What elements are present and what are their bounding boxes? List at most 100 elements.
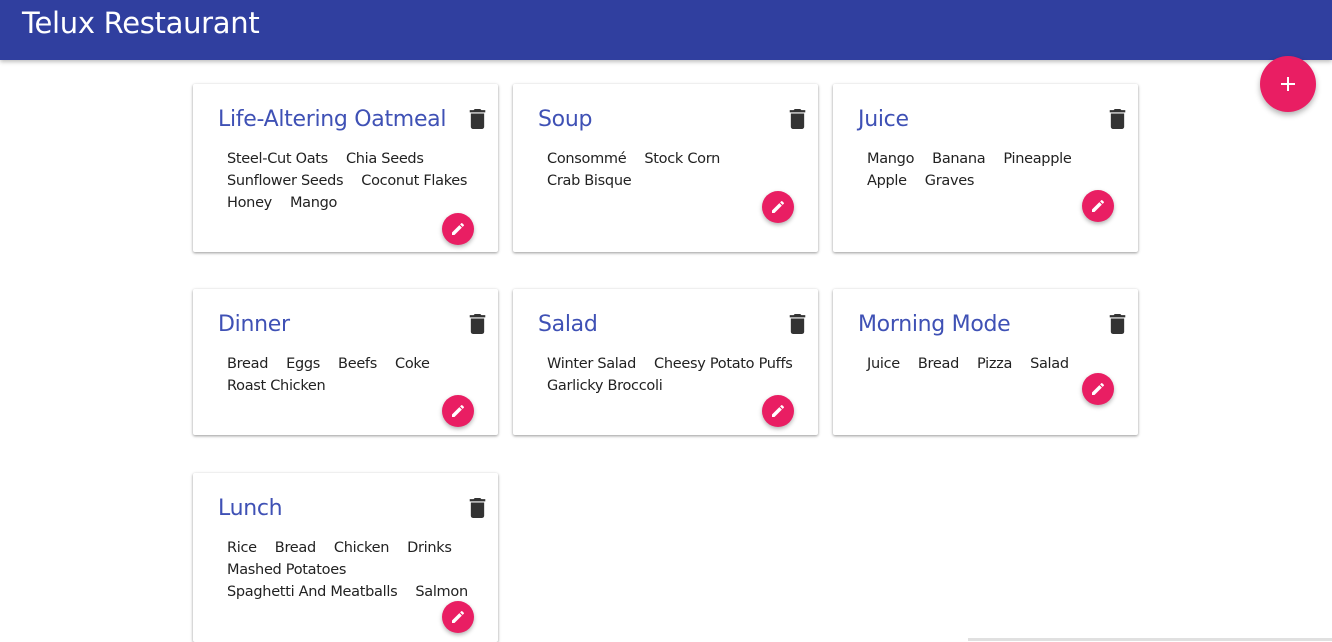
menu-item: Bread <box>917 356 959 372</box>
menu-card: Juice Mango Banana Pineapple Apple Graves <box>833 84 1138 252</box>
trash-icon <box>789 109 806 129</box>
plus-icon <box>1281 77 1295 91</box>
menu-item: Chicken <box>333 540 390 556</box>
delete-card-button[interactable] <box>789 314 806 334</box>
menu-item: Garlicky Broccoli <box>547 378 663 394</box>
items-line: Garlicky Broccoli <box>547 375 807 397</box>
menu-item: Juice <box>867 356 900 372</box>
menu-item: Pineapple <box>1003 151 1072 167</box>
items-line: Sunflower Seeds Coconut Flakes <box>227 170 487 192</box>
menu-item: Consommé <box>547 151 627 167</box>
trash-icon <box>1109 314 1126 334</box>
card-title: Salad <box>538 312 598 337</box>
items-line: Mango Banana Pineapple <box>867 148 1127 170</box>
app-title: Telux Restaurant <box>22 6 260 40</box>
menu-item: Eggs <box>286 356 321 372</box>
menu-item: Rice <box>227 540 257 556</box>
menu-item: Roast Chicken <box>227 378 326 394</box>
delete-card-button[interactable] <box>469 498 486 518</box>
edit-card-button[interactable] <box>442 601 474 633</box>
delete-card-button[interactable] <box>1109 109 1126 129</box>
trash-icon <box>789 314 806 334</box>
menu-card: Lunch Rice Bread Chicken Drinks Mashed Potato… <box>193 473 498 642</box>
items-line: Mashed Potatoes <box>227 559 487 581</box>
menu-item: Graves <box>924 173 975 189</box>
menu-item: Drinks <box>407 540 452 556</box>
pencil-icon <box>1092 382 1105 395</box>
card-items: Rice Bread Chicken Drinks Mashed Potatoes Spa… <box>227 537 487 603</box>
card-items: Bread Eggs Beefs Coke Roast Chicken <box>227 353 487 397</box>
menu-item: Mango <box>289 195 338 211</box>
menu-item: Pizza <box>977 356 1013 372</box>
menu-item: Salmon <box>415 584 468 600</box>
card-title: Lunch <box>218 496 283 521</box>
card-items: Mango Banana Pineapple Apple Graves <box>867 148 1127 192</box>
items-line: Crab Bisque <box>547 170 807 192</box>
menu-item: Mango <box>867 151 915 167</box>
items-line: Winter Salad Cheesy Potato Puffs <box>547 353 807 375</box>
menu-item: Bread <box>274 540 316 556</box>
trash-icon <box>469 314 486 334</box>
trash-icon <box>469 109 486 129</box>
divider <box>968 638 1332 641</box>
menu-item: Crab Bisque <box>547 173 632 189</box>
edit-card-button[interactable] <box>442 395 474 427</box>
menu-item: Cheesy Potato Puffs <box>654 356 793 372</box>
card-title: Soup <box>538 107 593 132</box>
menu-item: Steel-Cut Oats <box>227 151 328 167</box>
menu-item: Stock Corn <box>644 151 721 167</box>
card-items: Juice Bread Pizza Salad <box>867 353 1127 375</box>
delete-card-button[interactable] <box>1109 314 1126 334</box>
items-line: Juice Bread Pizza Salad <box>867 353 1127 375</box>
menu-item: Beefs <box>338 356 377 372</box>
delete-card-button[interactable] <box>789 109 806 129</box>
items-line: Honey Mango <box>227 192 487 214</box>
menu-item: Coconut Flakes <box>361 173 468 189</box>
edit-card-button[interactable] <box>762 191 794 223</box>
delete-card-button[interactable] <box>469 314 486 334</box>
menu-item: Coke <box>395 356 430 372</box>
pencil-icon <box>452 404 465 417</box>
pencil-icon <box>452 610 465 623</box>
menu-item: Winter Salad <box>547 356 637 372</box>
edit-card-button[interactable] <box>442 213 474 245</box>
items-line: Bread Eggs Beefs Coke <box>227 353 487 375</box>
menu-card: Salad Winter Salad Cheesy Potato Puffs Garl… <box>513 289 818 435</box>
pencil-icon <box>452 222 465 235</box>
menu-card: Dinner Bread Eggs Beefs Coke Roast Chicken <box>193 289 498 435</box>
edit-card-button[interactable] <box>1082 373 1114 405</box>
items-line: Rice Bread Chicken Drinks <box>227 537 487 559</box>
edit-card-button[interactable] <box>1082 190 1114 222</box>
menu-card: Morning Mode Juice Bread Pizza Salad <box>833 289 1138 435</box>
items-line: Consommé Stock Corn <box>547 148 807 170</box>
edit-card-button[interactable] <box>762 395 794 427</box>
card-items: Steel-Cut Oats Chia Seeds Sunflower Seeds C… <box>227 148 487 214</box>
app-bar: Telux Restaurant <box>0 0 1332 60</box>
trash-icon <box>469 498 486 518</box>
menu-item: Spaghetti And Meatballs <box>227 584 398 600</box>
delete-card-button[interactable] <box>469 109 486 129</box>
menu-item: Mashed Potatoes <box>227 562 347 578</box>
menu-item: Salad <box>1030 356 1069 372</box>
pencil-icon <box>772 200 785 213</box>
card-title: Morning Mode <box>858 312 1011 337</box>
items-line: Roast Chicken <box>227 375 487 397</box>
menu-item: Apple <box>867 173 907 189</box>
items-line: Apple Graves <box>867 170 1127 192</box>
menu-item: Sunflower Seeds <box>227 173 344 189</box>
pencil-icon <box>772 404 785 417</box>
menu-item: Honey <box>227 195 272 211</box>
trash-icon <box>1109 109 1126 129</box>
menu-item: Chia Seeds <box>345 151 424 167</box>
menu-item: Banana <box>932 151 986 167</box>
card-title: Juice <box>858 107 909 132</box>
menu-item: Bread <box>227 356 269 372</box>
pencil-icon <box>1092 199 1105 212</box>
add-menu-button[interactable] <box>1260 56 1316 112</box>
card-items: Winter Salad Cheesy Potato Puffs Garlicky … <box>547 353 807 397</box>
items-line: Spaghetti And Meatballs Salmon <box>227 581 487 603</box>
menu-card: Life-Altering Oatmeal Steel-Cut Oats Chia … <box>193 84 498 252</box>
card-title: Dinner <box>218 312 290 337</box>
items-line: Steel-Cut Oats Chia Seeds <box>227 148 487 170</box>
card-title: Life-Altering Oatmeal <box>218 107 447 132</box>
